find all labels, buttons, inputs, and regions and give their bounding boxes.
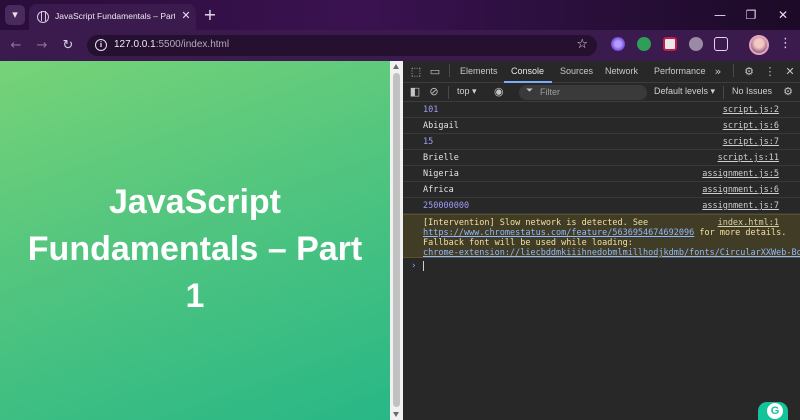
log-message: 15 <box>423 137 434 147</box>
log-row: Africa assignment.js:6 <box>403 182 800 198</box>
bookmark-star-icon[interactable]: ☆ <box>576 37 588 52</box>
page-scrollbar[interactable] <box>390 61 403 420</box>
issues-counter[interactable]: No Issues <box>732 86 772 96</box>
log-row: 101 script.js:2 <box>403 102 800 118</box>
log-row: 250000000 assignment.js:7 <box>403 198 800 214</box>
more-tabs-chevron-icon[interactable]: » <box>711 65 725 79</box>
log-source-link[interactable]: script.js:2 <box>723 105 779 115</box>
extension-icon[interactable] <box>663 37 677 51</box>
filter-placeholder: Filter <box>540 87 560 97</box>
tab-console[interactable]: Console <box>511 66 544 76</box>
minimize-button[interactable]: — <box>705 4 735 26</box>
warning-text: [Intervention] Slow network is detected.… <box>423 218 649 228</box>
log-message: Africa <box>423 185 454 195</box>
grammarly-icon: G <box>767 403 783 419</box>
console-settings-gear-icon[interactable]: ⚙ <box>781 85 795 99</box>
close-window-button[interactable]: ✕ <box>768 4 798 26</box>
scroll-thumb[interactable] <box>393 73 400 407</box>
extension-icon[interactable] <box>611 37 625 51</box>
extension-icon[interactable] <box>637 37 651 51</box>
grammarly-widget[interactable]: G <box>758 402 788 420</box>
back-arrow-icon[interactable]: ← <box>7 37 25 55</box>
text-caret <box>423 261 424 271</box>
log-message: Brielle <box>423 153 459 163</box>
context-selector[interactable]: top ▾ <box>457 86 477 97</box>
url-text: 127.0.0.1:5500/index.html <box>114 39 230 50</box>
log-source-link[interactable]: script.js:6 <box>723 121 779 131</box>
tab-close-icon[interactable]: ✕ <box>179 9 193 23</box>
new-tab-plus-icon[interactable]: + <box>201 6 219 24</box>
browser-toolbar: ← → ↻ i 127.0.0.1:5500/index.html ☆ <box>0 30 800 61</box>
warning-message: [Intervention] Slow network is detected.… <box>403 214 800 258</box>
sidebar-toggle-icon[interactable]: ◧ <box>408 85 422 99</box>
tab-elements[interactable]: Elements <box>460 66 498 76</box>
warning-source-link[interactable]: index.html:1 <box>718 218 779 228</box>
inspect-element-icon[interactable]: ⬚ <box>409 65 423 79</box>
tab-network[interactable]: Network <box>605 66 638 76</box>
tab-strip: ▾ JavaScript Fundamentals – Part 1 ✕ + —… <box>0 0 800 30</box>
console-log: 101 script.js:2 Abigail script.js:6 15 s… <box>403 102 800 276</box>
tab-search-chevron-icon[interactable]: ▾ <box>5 5 25 25</box>
device-toolbar-icon[interactable]: ▭ <box>428 65 442 79</box>
tab-performance[interactable]: Performance <box>654 66 706 76</box>
log-message: 101 <box>423 105 439 115</box>
forward-arrow-icon[interactable]: → <box>33 37 51 55</box>
devtools-panel: ⬚ ▭ Elements Console Sources Network Per… <box>403 61 800 420</box>
log-row: Brielle script.js:11 <box>403 150 800 166</box>
tab-title: JavaScript Fundamentals – Part 1 <box>55 11 175 21</box>
log-message: 250000000 <box>423 201 470 211</box>
globe-icon <box>37 11 49 23</box>
scroll-down-arrow-icon[interactable] <box>393 412 399 417</box>
log-source-link[interactable]: assignment.js:6 <box>702 185 779 195</box>
clear-console-icon[interactable]: ⊘ <box>427 85 441 99</box>
scroll-up-arrow-icon[interactable] <box>393 64 399 69</box>
live-expression-eye-icon[interactable]: ◉ <box>494 85 504 98</box>
log-row: Nigeria assignment.js:5 <box>403 166 800 182</box>
site-info-icon[interactable]: i <box>95 39 107 51</box>
page-viewport: JavaScript Fundamentals – Part 1 <box>0 61 390 420</box>
prompt-chevron-icon: › <box>411 261 417 271</box>
filter-input[interactable]: ⏷ Filter <box>519 85 647 100</box>
page-heading: JavaScript Fundamentals – Part 1 <box>27 183 363 315</box>
extensions-puzzle-icon[interactable] <box>714 37 728 51</box>
settings-gear-icon[interactable]: ⚙ <box>742 65 756 79</box>
reload-icon[interactable]: ↻ <box>59 37 77 55</box>
close-devtools-icon[interactable]: ✕ <box>783 65 797 79</box>
log-source-link[interactable]: assignment.js:5 <box>702 169 779 179</box>
extension-icon[interactable] <box>689 37 703 51</box>
warning-link[interactable]: https://www.chromestatus.com/feature/563… <box>423 228 694 238</box>
address-bar[interactable]: i 127.0.0.1:5500/index.html ☆ <box>87 35 597 56</box>
browser-menu-icon[interactable]: ⋮ <box>779 36 792 51</box>
log-row: 15 script.js:7 <box>403 134 800 150</box>
console-toolbar: ◧ ⊘ top ▾ ◉ ⏷ Filter Default levels ▾ No… <box>403 83 800 102</box>
warning-font-link[interactable]: chrome-extension://liecbddmkiiihnedobmlm… <box>423 248 800 258</box>
filter-funnel-icon: ⏷ <box>526 86 534 96</box>
tab-sources[interactable]: Sources <box>560 66 593 76</box>
maximize-button[interactable]: ❐ <box>736 4 766 26</box>
log-source-link[interactable]: assignment.js:7 <box>702 201 779 211</box>
console-prompt[interactable]: › <box>403 258 800 276</box>
log-levels-dropdown[interactable]: Default levels ▾ <box>654 86 715 97</box>
log-message: Nigeria <box>423 169 459 179</box>
log-row: Abigail script.js:6 <box>403 118 800 134</box>
profile-avatar[interactable] <box>749 35 769 55</box>
browser-tab[interactable]: JavaScript Fundamentals – Part 1 ✕ <box>29 4 196 30</box>
log-source-link[interactable]: script.js:11 <box>718 153 779 163</box>
log-message: Abigail <box>423 121 459 131</box>
log-source-link[interactable]: script.js:7 <box>723 137 779 147</box>
devtools-menu-icon[interactable]: ⋮ <box>763 65 777 79</box>
devtools-tab-bar: ⬚ ▭ Elements Console Sources Network Per… <box>403 61 800 83</box>
warning-text: Fallback font will be used while loading… <box>423 238 633 248</box>
